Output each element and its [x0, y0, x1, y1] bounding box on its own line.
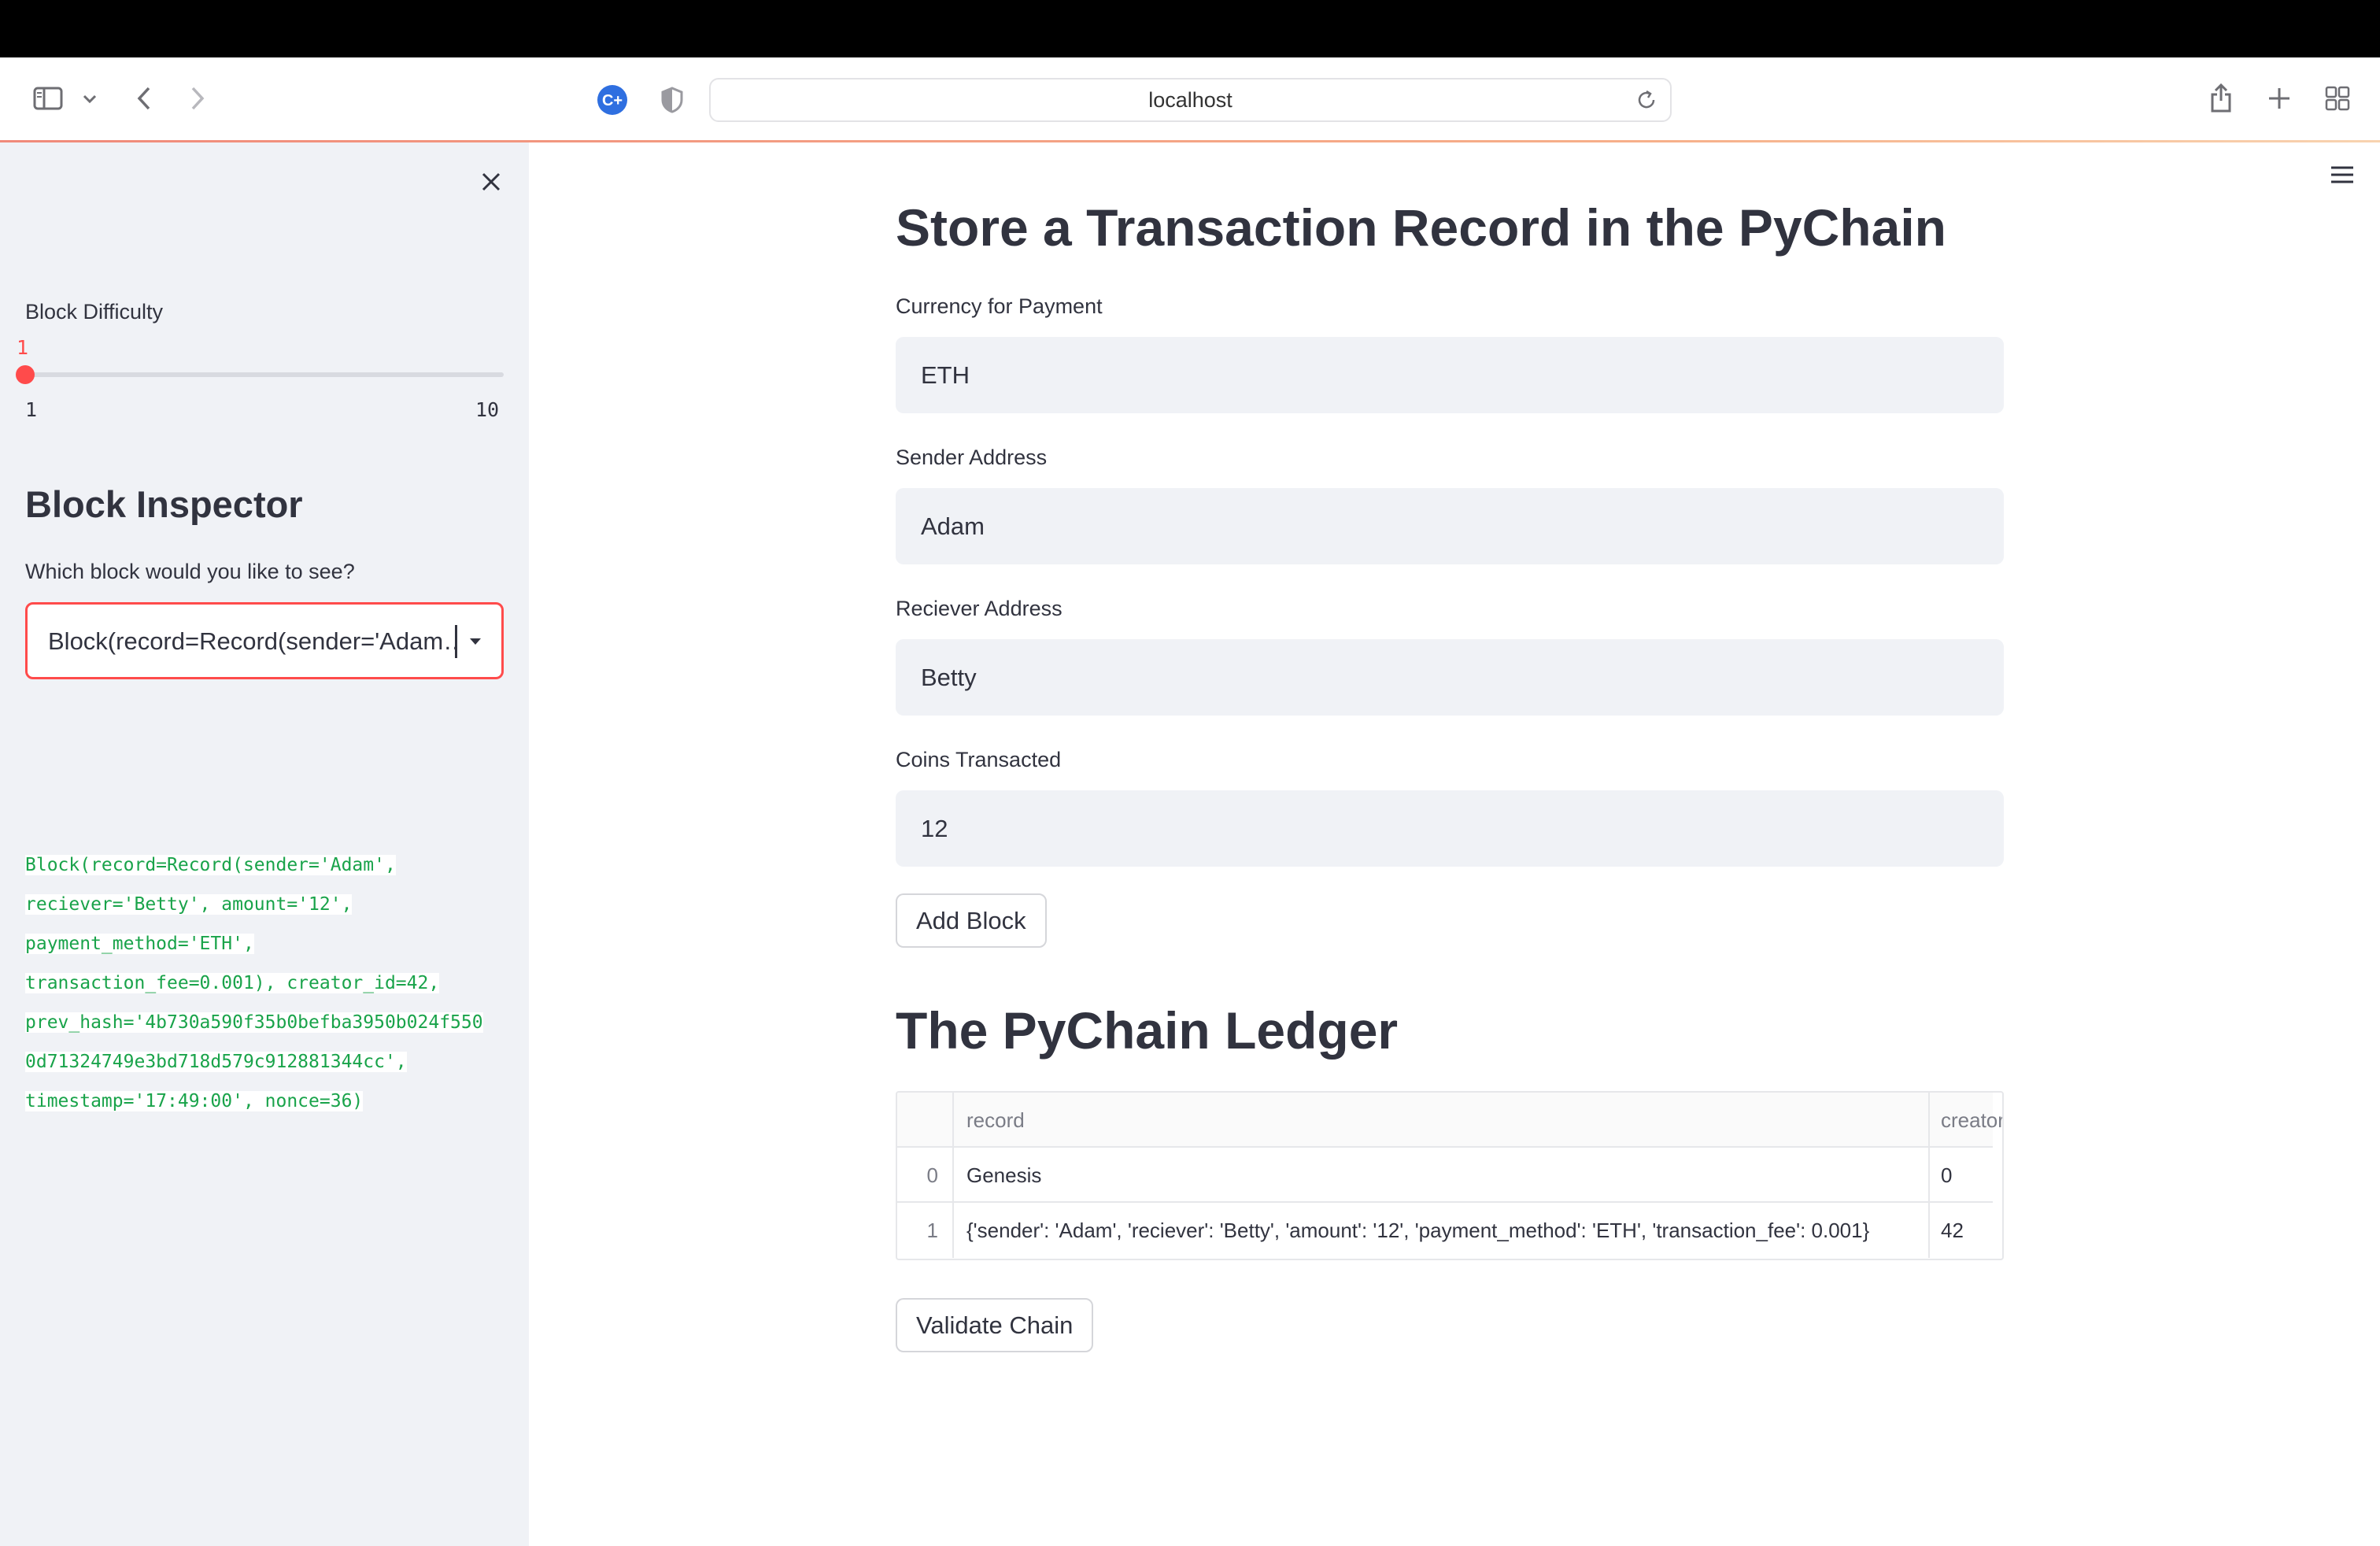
column-header-record[interactable]: record	[954, 1093, 1930, 1148]
reload-icon[interactable]	[1635, 89, 1658, 111]
block-select-value: Block(record=Record(sender='Adam…	[48, 627, 457, 655]
address-bar[interactable]: localhost	[709, 78, 1672, 122]
page-title: Store a Transaction Record in the PyChai…	[896, 198, 1946, 257]
creator-id-cell[interactable]: 0	[1930, 1148, 2002, 1203]
table-row: 1 {'sender': 'Adam', 'reciever': 'Betty'…	[897, 1203, 1993, 1258]
slider-min-label: 1	[25, 398, 38, 421]
creator-id-cell[interactable]: 42	[1930, 1203, 2002, 1258]
extension-icon[interactable]: C+	[595, 83, 630, 117]
validate-chain-button[interactable]: Validate Chain	[896, 1298, 1094, 1352]
code-line: prev_hash='4b730a590f35b0befba3950b024f5…	[25, 1012, 483, 1033]
code-line: transaction_fee=0.001), creator_id=42,	[25, 973, 440, 993]
chevron-down-icon[interactable]	[79, 89, 101, 109]
slider-current-value: 1	[17, 336, 29, 359]
browser-toolbar: C+ localhost	[0, 57, 2380, 142]
sender-input[interactable]	[896, 488, 2004, 564]
code-line: reciever='Betty', amount='12',	[25, 894, 353, 915]
slider-max-label: 10	[475, 398, 500, 421]
coins-input[interactable]	[896, 790, 2004, 867]
row-index: 0	[897, 1148, 954, 1203]
code-line: payment_method='ETH',	[25, 934, 254, 954]
menu-icon[interactable]	[2328, 163, 2360, 194]
tab-overview-icon[interactable]	[2322, 83, 2353, 114]
sidebar-toggle-icon[interactable]	[30, 83, 66, 114]
coins-label: Coins Transacted	[896, 748, 1062, 771]
code-line: timestamp='17:49:00', nonce=36)	[25, 1091, 364, 1111]
close-icon[interactable]	[475, 166, 507, 198]
table-header-row: record creator_i	[897, 1093, 2002, 1148]
difficulty-slider-track[interactable]	[25, 372, 504, 377]
currency-input[interactable]	[896, 337, 2004, 413]
main-content: Store a Transaction Record in the PyChai…	[529, 142, 2380, 1546]
add-block-button[interactable]: Add Block	[896, 893, 1047, 948]
url-text: localhost	[1148, 87, 1232, 112]
difficulty-label: Block Difficulty	[25, 300, 164, 324]
code-line: 0d71324749e3bd718d579c912881344cc',	[25, 1052, 407, 1072]
code-line: Block(record=Record(sender='Adam',	[25, 855, 396, 875]
sidebar: Block Difficulty 1 1 10 Block Inspector …	[0, 142, 529, 1546]
table-row: 0 Genesis 0	[897, 1148, 1993, 1203]
row-index: 1	[897, 1203, 954, 1258]
block-select[interactable]: Block(record=Record(sender='Adam…	[25, 602, 504, 679]
currency-label: Currency for Payment	[896, 294, 1103, 318]
ledger-title: The PyChain Ledger	[896, 1001, 1399, 1060]
dropdown-arrow-icon[interactable]	[468, 636, 482, 650]
index-header	[897, 1093, 954, 1148]
block-inspector-title: Block Inspector	[25, 483, 303, 525]
ledger-table[interactable]: record creator_i 0 Genesis 0 1 {'sender'…	[896, 1091, 2004, 1260]
block-select-label: Which block would you like to see?	[25, 560, 355, 583]
record-cell[interactable]: Genesis	[954, 1148, 1930, 1203]
receiver-input[interactable]	[896, 639, 2004, 716]
receiver-label: Reciever Address	[896, 597, 1062, 620]
sender-label: Sender Address	[896, 446, 1048, 469]
difficulty-slider-thumb[interactable]	[16, 365, 35, 384]
forward-icon[interactable]	[184, 81, 211, 116]
window-top-bar	[0, 0, 2380, 57]
record-cell[interactable]: {'sender': 'Adam', 'reciever': 'Betty', …	[954, 1203, 1930, 1258]
svg-text:C+: C+	[602, 92, 623, 109]
column-header-creator-id[interactable]: creator_i	[1930, 1093, 2002, 1148]
text-caret	[455, 625, 457, 658]
shield-icon[interactable]	[656, 84, 688, 116]
share-icon[interactable]	[2205, 80, 2237, 116]
back-icon[interactable]	[131, 81, 157, 116]
new-tab-icon[interactable]	[2264, 83, 2295, 114]
block-code-output: Block(record=Record(sender='Adam', recie…	[25, 845, 513, 1121]
